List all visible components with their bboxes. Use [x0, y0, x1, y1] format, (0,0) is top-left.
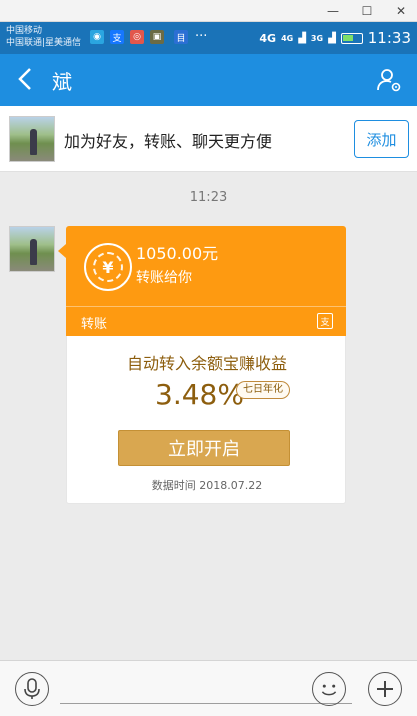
window-title-bar: — ☐ ✕ — [0, 0, 417, 22]
signal-bars-icon-2: ▟ — [328, 32, 336, 44]
card-divider — [66, 306, 346, 307]
carrier-info: 中国移动 中国联通|星美通信 — [6, 25, 81, 49]
add-friend-banner: 加为好友，转账、聊天更方便 添加 — [0, 106, 417, 172]
transfer-amount: 1050.00元 — [136, 244, 219, 263]
transfer-tag: 转账 — [81, 317, 108, 332]
signal-bars-icon: ▟ — [298, 32, 306, 44]
yuebao-promo: 自动转入余额宝赚收益 3.48% 七日年化 立即开启 数据时间 2018.07.… — [66, 336, 346, 504]
contact-settings-icon[interactable] — [375, 66, 403, 94]
transfer-coin-icon: ¥ — [84, 243, 132, 291]
close-window-button[interactable]: ✕ — [384, 0, 417, 22]
status-time: 11:33 — [367, 29, 411, 47]
wechat-icon: ◉ — [90, 30, 104, 44]
banner-text: 加为好友，转账、聊天更方便 — [64, 132, 273, 151]
chat-timestamp: 11:23 — [189, 190, 228, 205]
signal-3g-icon: 3G — [310, 33, 324, 43]
carrier-2: 中国联通|星美通信 — [6, 38, 82, 48]
app-icon-2: 目 — [174, 30, 188, 44]
sender-avatar[interactable] — [9, 226, 55, 272]
alipay-icon: 支 — [110, 30, 124, 44]
rate-badge: 七日年化 — [236, 381, 290, 399]
more-notifications-icon: ··· — [195, 29, 208, 44]
carrier-1: 中国移动 — [6, 26, 43, 36]
photo-icon: ▣ — [150, 30, 164, 44]
transfer-card-header[interactable]: ¥ 1050.00元 转账给你 转账 支 — [58, 226, 346, 336]
battery-icon — [340, 32, 363, 44]
message-input[interactable] — [60, 703, 352, 704]
transfer-card[interactable]: ¥ 1050.00元 转账给你 转账 支 自动转入余额宝赚收益 3.48% 七日… — [58, 226, 346, 504]
alipay-logo-icon: 支 — [317, 313, 333, 329]
message-input-bar — [0, 660, 417, 716]
minimize-button[interactable]: — — [316, 0, 350, 22]
add-friend-button[interactable]: 添加 — [354, 120, 409, 158]
signal-4g-icon: 4G — [281, 33, 294, 43]
transfer-subtitle: 转账给你 — [136, 270, 192, 286]
app-title-bar: 斌 — [0, 54, 417, 106]
network-4g-label: 4G — [259, 31, 277, 45]
back-arrow-icon[interactable] — [14, 64, 42, 96]
maximize-button[interactable]: ☐ — [350, 0, 384, 22]
status-bar: 中国移动 中国联通|星美通信 ◉ 支 ◎ ▣ 目 ··· 4G 4G ▟ 3G … — [0, 22, 417, 54]
app-icon: ◎ — [130, 30, 144, 44]
avatar[interactable] — [9, 116, 55, 162]
voice-icon[interactable] — [15, 672, 49, 706]
rate-value: 3.48% — [155, 378, 244, 411]
enable-now-button[interactable]: 立即开启 — [118, 430, 290, 466]
emoji-icon[interactable] — [312, 672, 346, 706]
promo-text: 自动转入余额宝赚收益 — [126, 354, 287, 373]
data-time: 数据时间 2018.07.22 — [151, 479, 263, 492]
chat-title: 斌 — [52, 70, 72, 94]
plus-icon[interactable] — [368, 672, 402, 706]
